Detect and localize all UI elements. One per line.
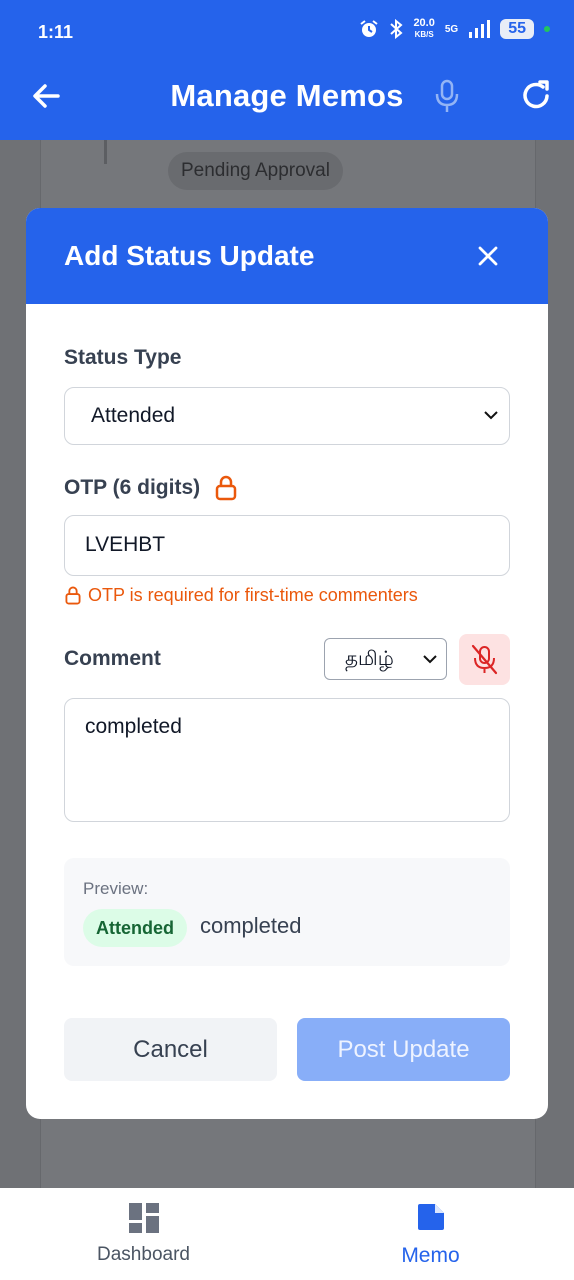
battery-level: 55: [500, 19, 534, 39]
microphone-off-icon: [471, 644, 498, 675]
nav-label-dashboard: Dashboard: [97, 1244, 190, 1265]
otp-error-text: OTP is required for first-time commenter…: [88, 585, 418, 605]
preview-comment: completed: [200, 913, 302, 938]
bluetooth-icon: [390, 19, 403, 39]
status-dot: [544, 26, 550, 32]
dashboard-icon: [128, 1203, 159, 1233]
status-update-modal: Add Status Update Status Type Attended O…: [26, 208, 548, 1119]
otp-label-row: OTP (6 digits): [64, 475, 238, 501]
chevron-down-icon: [423, 655, 437, 664]
refresh-icon: [523, 80, 549, 109]
preview-panel: Preview: Attended completed: [64, 858, 510, 966]
comment-label: Comment: [64, 647, 161, 670]
net-speed: 20.0 KB/S: [413, 17, 435, 40]
nav-label-memo: Memo: [401, 1244, 460, 1267]
bottom-navigation: Dashboard Memo: [0, 1188, 574, 1280]
modal-header: Add Status Update: [26, 208, 548, 304]
close-icon: [478, 246, 498, 266]
modal-title: Add Status Update: [64, 240, 315, 271]
page-title: Manage Memos: [170, 78, 404, 113]
timeline-line: [104, 140, 107, 164]
microphone-icon: [435, 79, 459, 112]
language-select[interactable]: தமிழ்: [324, 638, 447, 680]
network-type: 5G: [444, 23, 459, 35]
memo-icon: [417, 1204, 444, 1230]
language-value: தமிழ்: [345, 648, 394, 670]
signal-icon: [469, 20, 491, 38]
status-badge: Attended: [83, 909, 187, 947]
pending-approval-badge: Pending Approval: [168, 152, 343, 190]
cancel-button[interactable]: Cancel: [64, 1018, 277, 1081]
voice-button[interactable]: [432, 78, 462, 114]
status-time: 1:11: [38, 22, 74, 42]
refresh-button[interactable]: [518, 78, 554, 114]
app-header: 1:11 20.0 KB/S 5G 55 Manage Memos: [0, 0, 574, 140]
post-update-button[interactable]: Post Update: [297, 1018, 510, 1081]
status-icons: 20.0 KB/S 5G 55: [359, 18, 550, 40]
status-type-select[interactable]: Attended: [64, 387, 510, 445]
lock-icon: [65, 586, 81, 605]
voice-input-off-button[interactable]: [459, 634, 510, 685]
nav-item-memo[interactable]: Memo: [287, 1188, 574, 1280]
close-button[interactable]: [472, 240, 504, 272]
status-type-label: Status Type: [64, 346, 182, 369]
otp-error-message: OTP is required for first-time commenter…: [64, 585, 418, 606]
otp-input[interactable]: LVEHBT: [64, 515, 510, 576]
alarm-icon: [360, 20, 379, 37]
lock-icon: [215, 475, 237, 501]
comment-textarea[interactable]: completed: [64, 698, 510, 822]
chevron-down-icon: [484, 411, 498, 420]
preview-label: Preview:: [83, 879, 149, 898]
nav-item-dashboard[interactable]: Dashboard: [0, 1188, 287, 1280]
status-type-value: Attended: [91, 404, 176, 427]
otp-label: OTP (6 digits): [64, 476, 201, 499]
